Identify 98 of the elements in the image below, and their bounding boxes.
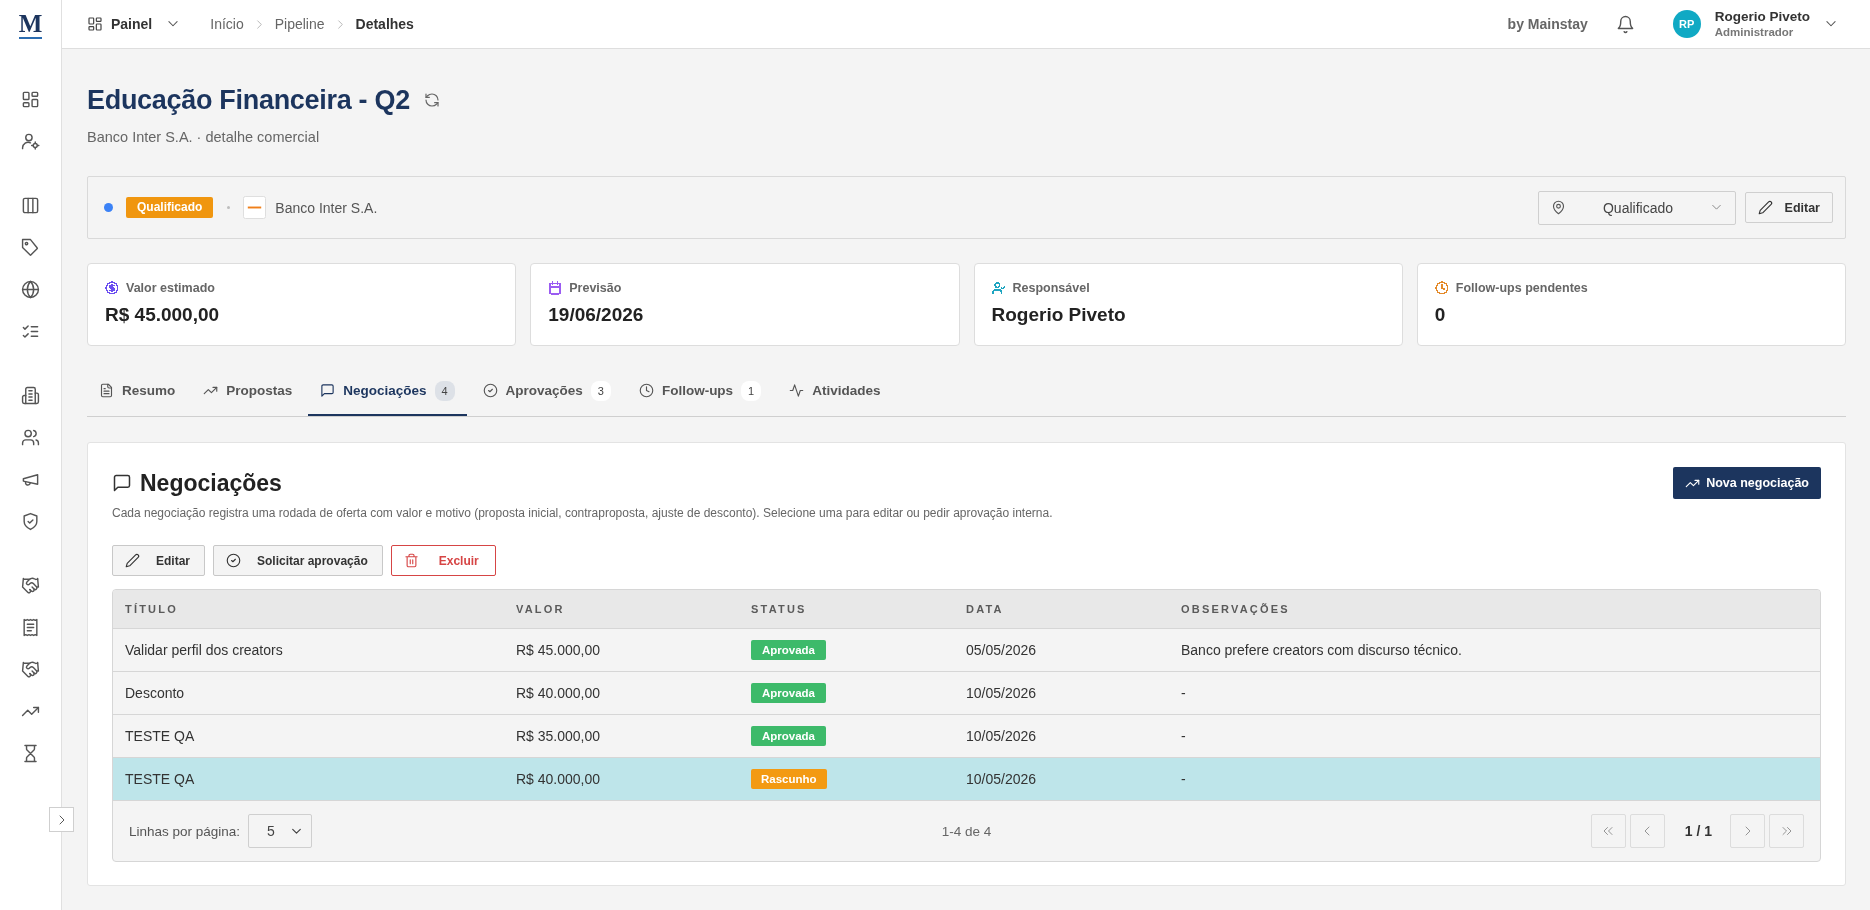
table-cell-text: - — [1180, 685, 1186, 701]
count-badge: 4 — [434, 380, 455, 401]
table-row[interactable]: TESTE QA R$ 40.000,00 Rascunho 10/05/2026 - — [113, 758, 1820, 801]
table-cell-text: R$ 35.000,00 — [515, 728, 601, 744]
chat-bubble-icon — [112, 473, 132, 493]
card-value: Rogerio Piveto — [991, 304, 1126, 325]
double-chevron-left-icon — [1602, 825, 1615, 837]
tag-icon[interactable] — [21, 237, 40, 257]
check-circle-icon — [482, 383, 498, 398]
table-cell-text: Desconto — [124, 685, 185, 701]
table-cell-text: 05/05/2026 — [965, 642, 1037, 658]
map-pin-icon — [1551, 200, 1566, 215]
app-logo[interactable]: M — [18, 10, 43, 39]
status-badge: Aprovada — [751, 726, 826, 746]
double-chevron-right-icon — [1780, 825, 1793, 837]
tab[interactable]: Propostas — [191, 365, 305, 416]
users-icon[interactable] — [21, 427, 40, 447]
column-header[interactable]: OBSERVAÇÕES — [1169, 603, 1290, 615]
tab[interactable]: Atividades — [777, 365, 893, 416]
status-dot-icon — [104, 203, 113, 212]
card-label: Responsável — [1012, 280, 1090, 296]
column-header[interactable]: STATUS — [739, 603, 807, 615]
section-title: Negociações — [140, 469, 282, 498]
rows-per-page-label: Linhas por página: — [129, 823, 241, 839]
card-value: 19/06/2026 — [548, 304, 644, 325]
new-negotiation-button[interactable]: Nova negociação — [1673, 467, 1821, 499]
status-badge: Rascunho — [751, 769, 827, 789]
bank-logo-icon — [243, 196, 267, 219]
edit-button[interactable]: Editar — [1745, 192, 1833, 223]
card-label: Valor estimado — [126, 280, 215, 296]
status-badge: Aprovada — [751, 683, 826, 703]
check-circle-icon — [226, 553, 241, 568]
pencil-icon — [125, 553, 140, 568]
card-value: R$ 45.000,00 — [105, 304, 220, 325]
action-button[interactable]: Excluir — [390, 545, 496, 576]
table-cell-text: TESTE QA — [124, 728, 195, 744]
column-header[interactable]: VALOR — [504, 603, 565, 615]
card-label: Follow-ups pendentes — [1455, 280, 1588, 296]
card-label: Previsão — [569, 280, 622, 296]
tab[interactable]: Follow-ups 1 — [626, 365, 774, 416]
section-description: Cada negociação registra uma rodada de oferta com valor e motivo (proposta inicial, contraproposta, ajuste de desconto). Selecione uma para editar ou pedir aprovação interna. — [112, 505, 1053, 521]
tab[interactable]: Negociações 4 — [308, 365, 467, 416]
card-value: 0 — [1434, 304, 1446, 325]
activity-icon — [789, 383, 805, 398]
table-cell-text: Validar perfil dos creators — [124, 642, 283, 658]
stage-select[interactable]: Qualificado — [1538, 190, 1736, 225]
table-cell-text: R$ 45.000,00 — [515, 642, 601, 658]
document-icon[interactable] — [21, 617, 40, 637]
action-button[interactable]: Editar — [112, 545, 205, 576]
table-cell-text: - — [1180, 728, 1186, 744]
tab[interactable]: Aprovações 3 — [470, 365, 623, 416]
user-settings-icon[interactable] — [21, 131, 40, 151]
handshake-icon[interactable] — [21, 575, 40, 595]
page-title: Educação Financeira - Q2 — [87, 84, 410, 117]
column-header[interactable]: TÍTULO — [113, 603, 178, 615]
user-name: Rogerio Piveto — [1714, 8, 1810, 25]
brand-text: by Mainstay — [1507, 16, 1588, 32]
count-badge: 3 — [590, 380, 611, 401]
breadcrumb-link[interactable]: Pipeline — [274, 16, 325, 32]
grid-icon — [87, 16, 103, 32]
columns-icon[interactable] — [21, 195, 40, 215]
rows-per-page-select[interactable]: 5 — [248, 814, 313, 848]
action-button[interactable]: Solicitar aprovação — [213, 545, 383, 576]
page-subtitle: Banco Inter S.A. · detalhe comercial — [87, 129, 320, 145]
table-cell-text: TESTE QA — [124, 771, 195, 787]
count-badge: 1 — [741, 380, 762, 401]
company-name: Banco Inter S.A. — [275, 199, 378, 216]
notifications-icon[interactable] — [1615, 14, 1635, 34]
globe-icon[interactable] — [21, 279, 40, 299]
handshake-icon[interactable] — [21, 659, 40, 679]
table-cell-text: 10/05/2026 — [965, 771, 1037, 787]
user-role: Administrador — [1714, 25, 1794, 40]
nav-menu-button[interactable]: Painel — [87, 12, 181, 36]
dashboard-icon[interactable] — [21, 89, 40, 109]
building-icon[interactable] — [21, 385, 40, 405]
document-icon — [99, 383, 114, 398]
table-cell-text: 10/05/2026 — [965, 685, 1037, 701]
table-cell-text: R$ 40.000,00 — [515, 771, 601, 787]
column-header[interactable]: DATA — [954, 603, 1004, 615]
clock-icon — [638, 383, 654, 398]
table-cell-text: R$ 40.000,00 — [515, 685, 601, 701]
breadcrumb-link[interactable]: Início — [210, 16, 244, 32]
chat-bubble-icon — [320, 383, 336, 398]
status-badge: Qualificado — [126, 197, 214, 218]
pencil-icon — [1758, 200, 1773, 215]
tab[interactable]: Resumo — [87, 365, 188, 416]
page-indicator: 1 / 1 — [1683, 823, 1713, 839]
table-cell-text: Banco prefere creators com discurso técnico. — [1180, 642, 1462, 658]
refresh-icon[interactable] — [423, 92, 440, 108]
breadcrumb-current: Detalhes — [355, 16, 414, 32]
hourglass-icon[interactable] — [21, 743, 40, 763]
separator-dot-icon — [227, 206, 231, 209]
status-badge: Aprovada — [751, 640, 826, 660]
table-cell-text: - — [1180, 771, 1186, 787]
table-cell-text: 10/05/2026 — [965, 728, 1037, 744]
shield-check-icon[interactable] — [21, 511, 40, 531]
trash-icon — [403, 553, 419, 568]
range-text: 1-4 de 4 — [941, 823, 992, 839]
